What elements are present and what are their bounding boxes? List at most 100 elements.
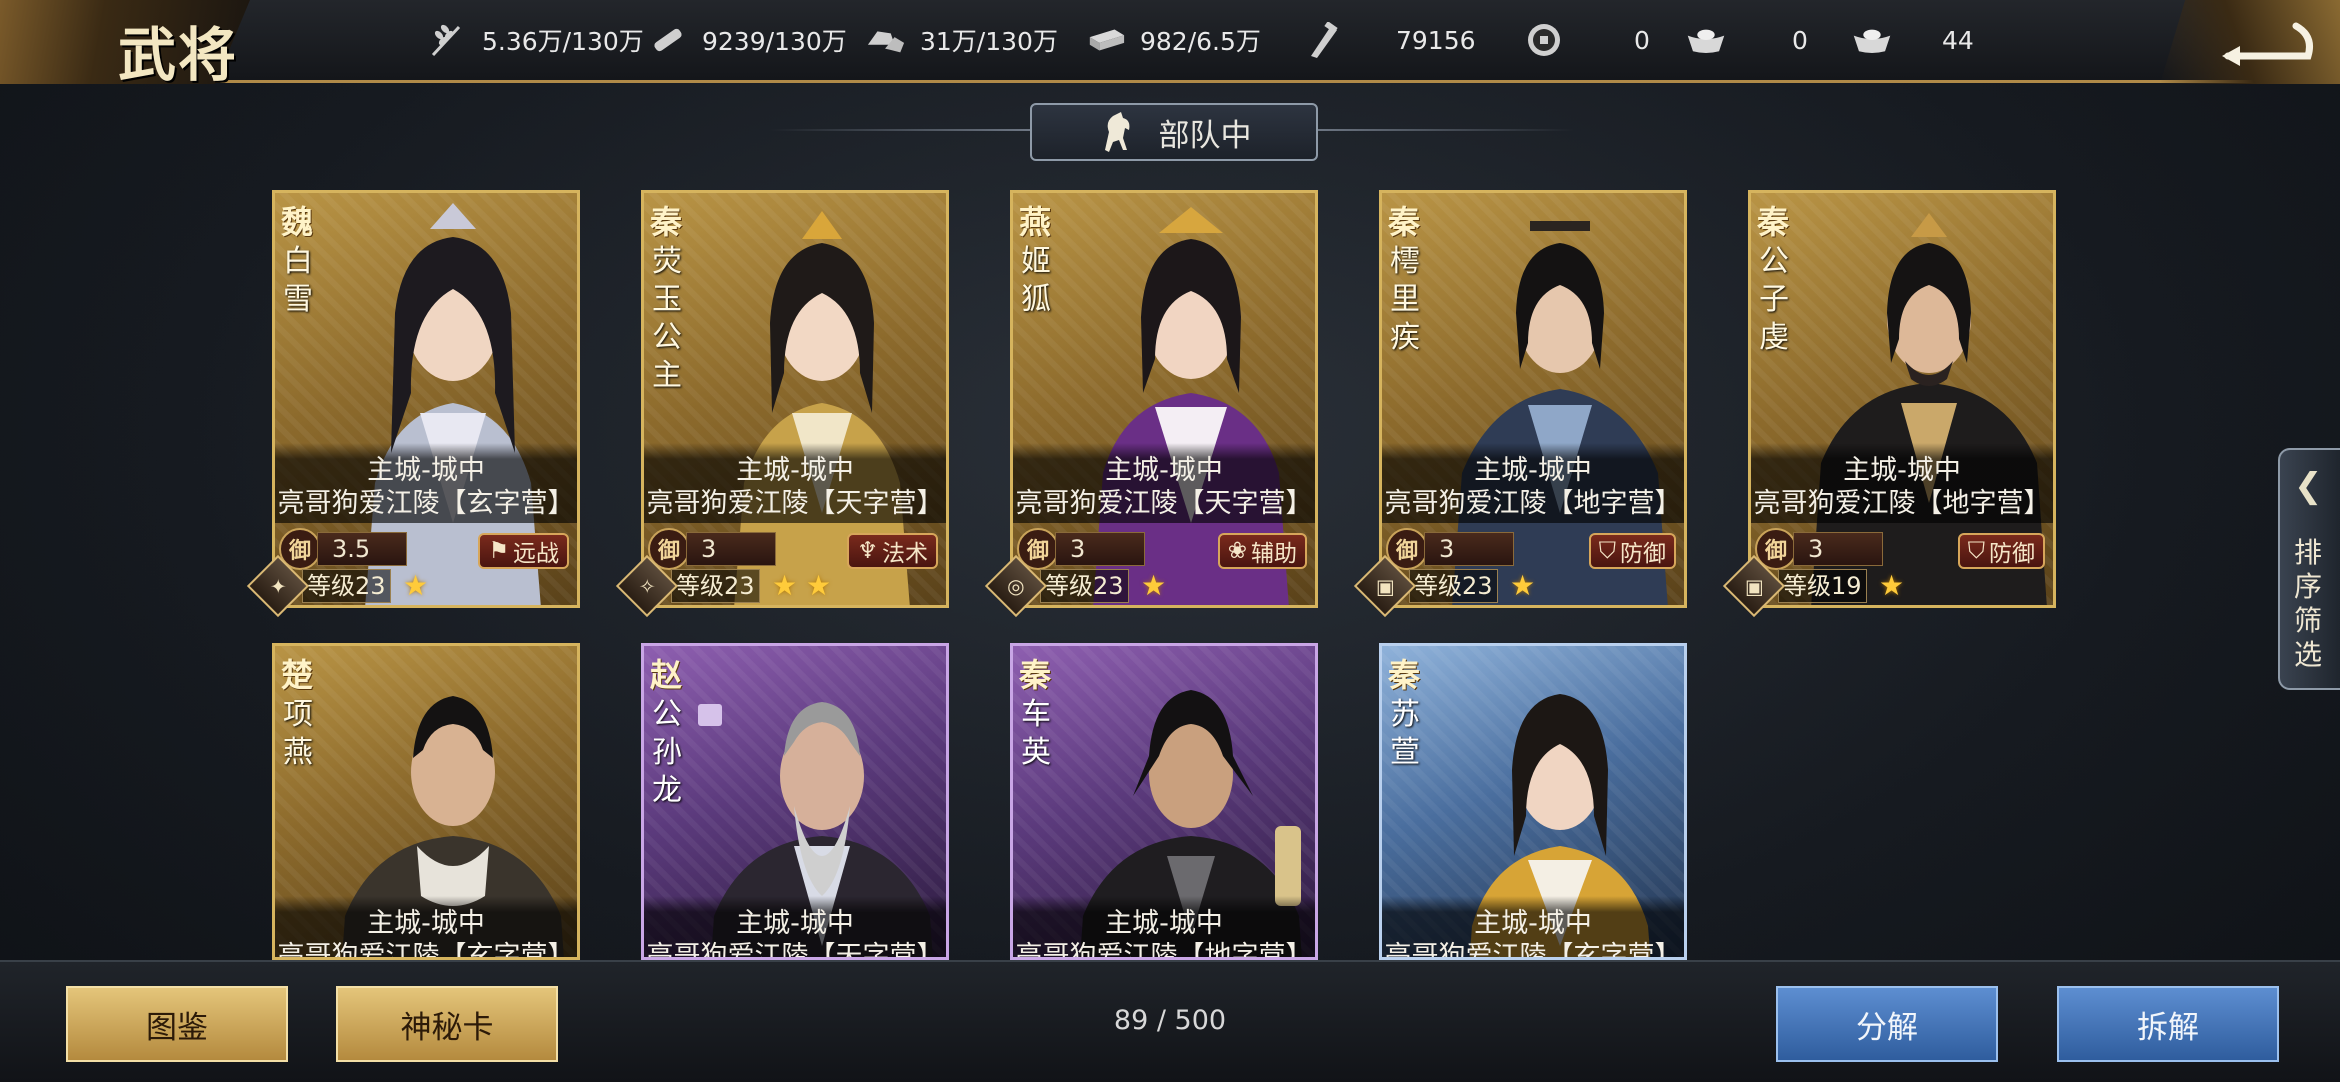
back-button[interactable] bbox=[2160, 0, 2340, 84]
food-value: 5.36万/130万 bbox=[482, 27, 644, 56]
star-icon: ★ bbox=[805, 569, 832, 602]
decompose-button[interactable]: 分解 bbox=[1776, 986, 1998, 1062]
coin-icon bbox=[1524, 22, 1564, 58]
general-card[interactable]: 秦 苏萱 主城-城中 亮哥狗爱江陵【玄字营】 bbox=[1379, 643, 1687, 960]
nation-badge: 赵 bbox=[650, 656, 683, 694]
star-rating: ★ bbox=[1877, 571, 1907, 601]
general-card[interactable]: 秦 公子虔 主城-城中 亮哥狗爱江陵【地字营】 御 3 ⛉ 防御 bbox=[1748, 190, 2056, 608]
general-army: 亮哥狗爱江陵【玄字营】 bbox=[1384, 941, 1682, 960]
general-count: 89 / 500 bbox=[1113, 1005, 1227, 1036]
general-name: 白雪 bbox=[283, 244, 313, 317]
star-icon: ★ bbox=[1140, 569, 1167, 602]
star-rating: ★ bbox=[401, 571, 431, 601]
general-name: 樗里疾 bbox=[1390, 244, 1420, 355]
resource-wood[interactable]: 9239/130万 bbox=[648, 22, 847, 58]
catalog-button[interactable]: 图鉴 bbox=[66, 986, 288, 1062]
star-icon: ★ bbox=[771, 569, 798, 602]
resource-coin[interactable]: 0 bbox=[1524, 22, 1650, 58]
bow-icon: ⚑ bbox=[488, 538, 509, 564]
nation-badge: 魏 bbox=[281, 203, 314, 241]
star-icon: ★ bbox=[1878, 569, 1905, 602]
resource-stone[interactable]: 31万/130万 bbox=[866, 22, 1058, 58]
general-card[interactable]: 秦 荧玉公主 主城-城中 亮哥狗爱江陵【天字营】 御 3 ♆ 法术 bbox=[641, 190, 949, 608]
nation-badge: 燕 bbox=[1019, 203, 1052, 241]
coin-value: 0 bbox=[1634, 25, 1650, 55]
section-header: 部队中 bbox=[1030, 103, 1318, 161]
level-row: ▣ 等级19 ★ bbox=[1722, 554, 1907, 618]
nation-badge: 秦 bbox=[1757, 203, 1790, 241]
role-badge: ❀ 辅助 bbox=[1217, 533, 1307, 569]
section-title: 部队中 bbox=[1158, 117, 1252, 154]
star-icon: ★ bbox=[402, 569, 429, 602]
general-card[interactable]: 秦 樗里疾 主城-城中 亮哥狗爱江陵【地字营】 御 3 ⛉ 防御 bbox=[1379, 190, 1687, 608]
stone-value: 31万/130万 bbox=[920, 27, 1058, 56]
gold-ingot-icon bbox=[1686, 22, 1726, 58]
top-bar: 武将 5.36万/130万 9239/130万 31万/130万 982/6.5… bbox=[0, 0, 2340, 89]
defense-value: 3.5 bbox=[317, 532, 407, 566]
defense-stat: 御 3.5 bbox=[279, 528, 407, 570]
star-rating: ★ bbox=[1508, 571, 1538, 601]
general-card[interactable]: 燕 姬狐 主城-城中 亮哥狗爱江陵【天字营】 御 3 ❀ 辅助 bbox=[1010, 190, 1318, 608]
iron-value: 982/6.5万 bbox=[1140, 27, 1261, 56]
general-name: 荧玉公主 bbox=[652, 244, 682, 393]
role-badge: ⚑ 远战 bbox=[478, 533, 569, 569]
general-name: 苏萱 bbox=[1390, 697, 1420, 770]
star-rating: ★ bbox=[1139, 571, 1169, 601]
wood-icon bbox=[648, 22, 688, 58]
lock-icon bbox=[698, 704, 722, 726]
chevron-left-icon: ❮ bbox=[2294, 466, 2323, 506]
silver-ingot-icon bbox=[1852, 22, 1892, 58]
mystery-card-button[interactable]: 神秘卡 bbox=[336, 986, 558, 1062]
general-card[interactable]: 楚 项燕 主城-城中 亮哥狗爱江陵【玄字营】 bbox=[272, 643, 580, 960]
star-rating: ★ ★ bbox=[770, 571, 834, 601]
defense-stat: 御 3 bbox=[648, 528, 776, 570]
level-label: 等级19 bbox=[1778, 569, 1867, 603]
resource-gold[interactable]: 0 bbox=[1686, 22, 1808, 58]
level-label: 等级23 bbox=[671, 569, 760, 603]
resource-order[interactable]: 79156 bbox=[1302, 22, 1476, 58]
general-army: 亮哥狗爱江陵【地字营】 bbox=[1753, 488, 2051, 519]
nation-badge: 秦 bbox=[650, 203, 683, 241]
sort-filter-tab[interactable]: ❮ 排序筛选 bbox=[2278, 448, 2340, 690]
sort-filter-label: 排序筛选 bbox=[2294, 536, 2323, 671]
general-name: 公孙龙 bbox=[652, 697, 682, 808]
level-label: 等级23 bbox=[1040, 569, 1129, 603]
level-label: 等级23 bbox=[302, 569, 391, 603]
order-value: 79156 bbox=[1396, 25, 1476, 55]
role-badge: ⛉ 防御 bbox=[1588, 533, 1676, 569]
resource-silver[interactable]: 44 bbox=[1852, 22, 1974, 58]
shield-icon: ⛉ bbox=[1598, 538, 1616, 564]
horse-icon bbox=[1104, 112, 1129, 152]
section-divider-left bbox=[770, 129, 1030, 131]
defense-stat: 御 3 bbox=[1017, 528, 1145, 570]
general-army: 亮哥狗爱江陵【地字营】 bbox=[1015, 941, 1313, 960]
role-badge: ♆ 法术 bbox=[847, 533, 938, 569]
general-army: 亮哥狗爱江陵【天字营】 bbox=[1015, 488, 1313, 519]
general-card[interactable]: 赵 公孙龙 主城-城中 亮哥狗爱江陵【天字营】 bbox=[641, 643, 949, 960]
general-army: 亮哥狗爱江陵【玄字营】 bbox=[277, 941, 575, 960]
order-icon bbox=[1302, 22, 1342, 58]
gold-value: 0 bbox=[1792, 25, 1808, 55]
general-name: 项燕 bbox=[283, 697, 313, 770]
resource-food[interactable]: 5.36万/130万 bbox=[428, 22, 644, 58]
defense-stat: 御 3 bbox=[1386, 528, 1514, 570]
defense-value: 3 bbox=[686, 532, 776, 566]
iron-icon bbox=[1086, 22, 1126, 58]
defense-value: 3 bbox=[1793, 532, 1883, 566]
general-army: 亮哥狗爱江陵【玄字营】 bbox=[277, 488, 575, 519]
level-label: 等级23 bbox=[1409, 569, 1498, 603]
defense-value: 3 bbox=[1424, 532, 1514, 566]
general-card[interactable]: 魏 白雪 主城-城中 亮哥狗爱江陵【玄字营】 御 3.5 ⚑ 远战 bbox=[272, 190, 580, 608]
nation-badge: 秦 bbox=[1388, 203, 1421, 241]
nation-badge: 楚 bbox=[281, 656, 314, 694]
general-army: 亮哥狗爱江陵【天字营】 bbox=[646, 488, 944, 519]
role-badge: ⛉ 防御 bbox=[1957, 533, 2045, 569]
section-divider-right bbox=[1314, 129, 1574, 131]
general-card[interactable]: 秦 车英 主城-城中 亮哥狗爱江陵【地字营】 bbox=[1010, 643, 1318, 960]
wood-value: 9239/130万 bbox=[702, 27, 847, 56]
stone-icon bbox=[866, 22, 906, 58]
dismantle-button[interactable]: 拆解 bbox=[2057, 986, 2279, 1062]
resource-iron[interactable]: 982/6.5万 bbox=[1086, 22, 1261, 58]
back-arrow-icon bbox=[2222, 22, 2313, 66]
defense-value: 3 bbox=[1055, 532, 1145, 566]
